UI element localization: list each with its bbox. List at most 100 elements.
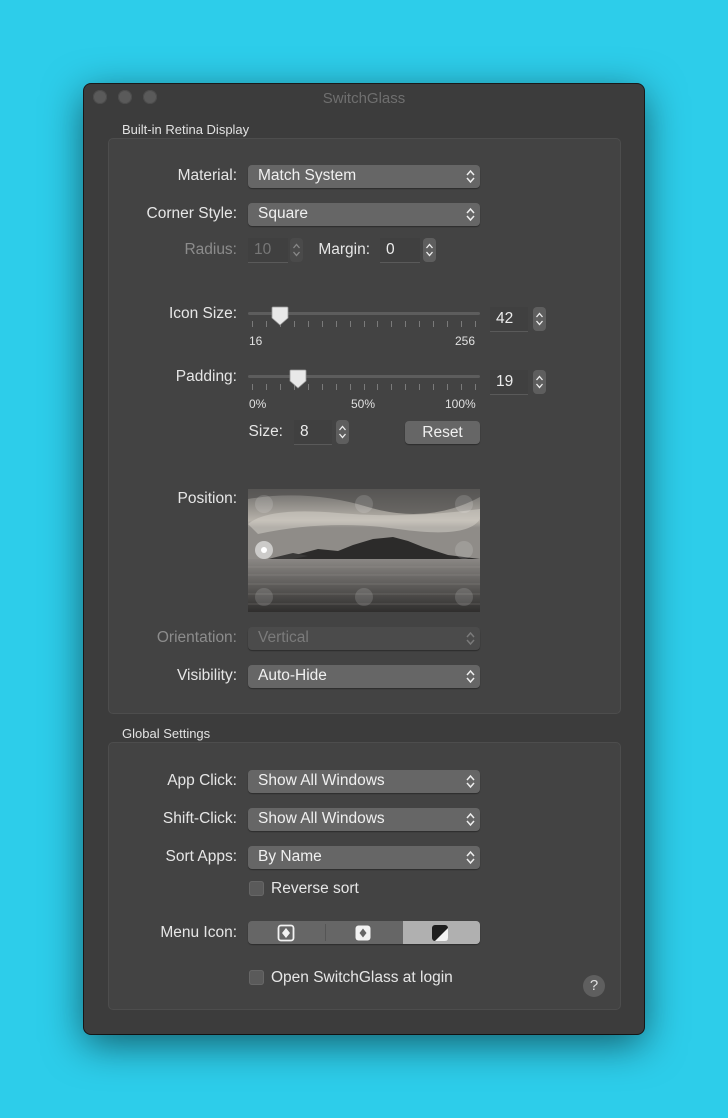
up-down-arrows-icon [466,207,475,222]
app-click-label: App Click: [167,772,237,789]
size-label: Size: [248,423,283,440]
stepper-arrows-icon [293,243,300,257]
icon-size-min-label: 16 [249,334,263,348]
open-at-login-checkbox[interactable] [249,970,264,985]
sort-apps-popup[interactable]: By Name [248,846,480,869]
material-value: Match System [258,167,357,184]
position-top-right[interactable] [455,495,473,513]
padding-slider-track[interactable] [248,375,480,378]
reset-button[interactable]: Reset [405,421,480,444]
slider-tick [280,384,281,390]
position-bottom-left[interactable] [255,588,273,606]
slider-tick [447,321,448,327]
slider-tick [419,321,420,327]
half-square-icon [432,925,448,941]
sort-apps-label: Sort Apps: [165,848,237,865]
app-click-popup[interactable]: Show All Windows [248,770,480,793]
stepper-arrows-icon [426,243,433,257]
reverse-sort-checkbox[interactable] [249,881,264,896]
position-top-left[interactable] [255,495,273,513]
slider-tick [377,384,378,390]
padding-tick-label-50: 50% [351,397,376,411]
up-down-arrows-icon [466,631,475,646]
icon-size-slider-knob[interactable] [271,306,289,326]
size-stepper[interactable] [336,420,349,444]
padding-stepper[interactable] [533,370,546,394]
corner-style-popup[interactable]: Square [248,203,480,226]
position-middle-right[interactable] [455,541,473,559]
help-button[interactable]: ? [583,975,605,997]
position-bottom-center[interactable] [355,588,373,606]
margin-value: 0 [386,241,395,258]
menu-icon-option-3[interactable] [403,921,480,944]
corner-style-value: Square [258,205,308,222]
slider-tick [461,384,462,390]
size-field[interactable]: 8 [294,420,332,445]
position-top-center[interactable] [355,495,373,513]
icon-size-value: 42 [496,310,514,327]
margin-field[interactable]: 0 [380,238,420,263]
shift-click-popup[interactable]: Show All Windows [248,808,480,831]
menu-icon-label: Menu Icon: [160,924,237,941]
padding-ticks [252,384,476,392]
up-down-arrows-icon [466,850,475,865]
menu-icon-option-1[interactable] [248,921,325,944]
slider-tick [391,384,392,390]
slider-tick [461,321,462,327]
up-down-arrows-icon [466,774,475,789]
up-down-arrows-icon [466,669,475,684]
slider-tick [308,321,309,327]
position-picker[interactable] [248,489,480,612]
padding-value: 19 [496,373,514,390]
slider-tick [433,321,434,327]
visibility-popup[interactable]: Auto-Hide [248,665,480,688]
padding-label: Padding: [175,368,237,385]
slider-tick [322,384,323,390]
icon-size-stepper[interactable] [533,307,546,331]
corner-style-label: Corner Style: [146,205,237,222]
radius-field[interactable]: 10 [248,238,288,263]
icon-size-label: Icon Size: [168,305,237,322]
margin-stepper[interactable] [423,238,436,262]
padding-field[interactable]: 19 [490,370,528,395]
shift-click-value: Show All Windows [258,810,385,827]
slider-tick [433,384,434,390]
slider-tick [377,321,378,327]
up-down-arrows-icon [466,169,475,184]
slider-tick [308,384,309,390]
stepper-arrows-icon [536,312,543,326]
radius-value: 10 [254,241,272,258]
padding-slider-knob[interactable] [289,369,307,389]
framed-diamond-icon [277,924,295,942]
open-at-login-label: Open SwitchGlass at login [271,969,453,986]
slider-tick [475,321,476,327]
slider-tick [405,384,406,390]
menu-icon-segmented-control[interactable] [248,921,480,944]
menu-icon-option-2[interactable] [326,921,402,944]
size-value: 8 [300,423,309,440]
material-popup[interactable]: Match System [248,165,480,188]
slider-tick [364,384,365,390]
app-click-value: Show All Windows [258,772,385,789]
slider-tick [405,321,406,327]
slider-tick [294,321,295,327]
slider-tick [252,321,253,327]
slider-tick [350,321,351,327]
slider-tick [364,321,365,327]
slider-tick [336,384,337,390]
position-bottom-right[interactable] [455,588,473,606]
margin-label: Margin: [318,241,370,258]
slider-tick [419,384,420,390]
slider-tick [350,384,351,390]
padding-tick-label-100: 100% [445,397,476,411]
padding-tick-label-0: 0% [249,397,267,411]
material-label: Material: [177,167,237,184]
orientation-popup[interactable]: Vertical [248,627,480,650]
slider-tick [475,384,476,390]
global-section-title: Global Settings [122,726,211,741]
radius-stepper[interactable] [290,238,303,262]
shift-click-label: Shift-Click: [162,810,237,827]
icon-size-field[interactable]: 42 [490,307,528,332]
slider-tick [322,321,323,327]
position-middle-left[interactable] [255,541,273,559]
